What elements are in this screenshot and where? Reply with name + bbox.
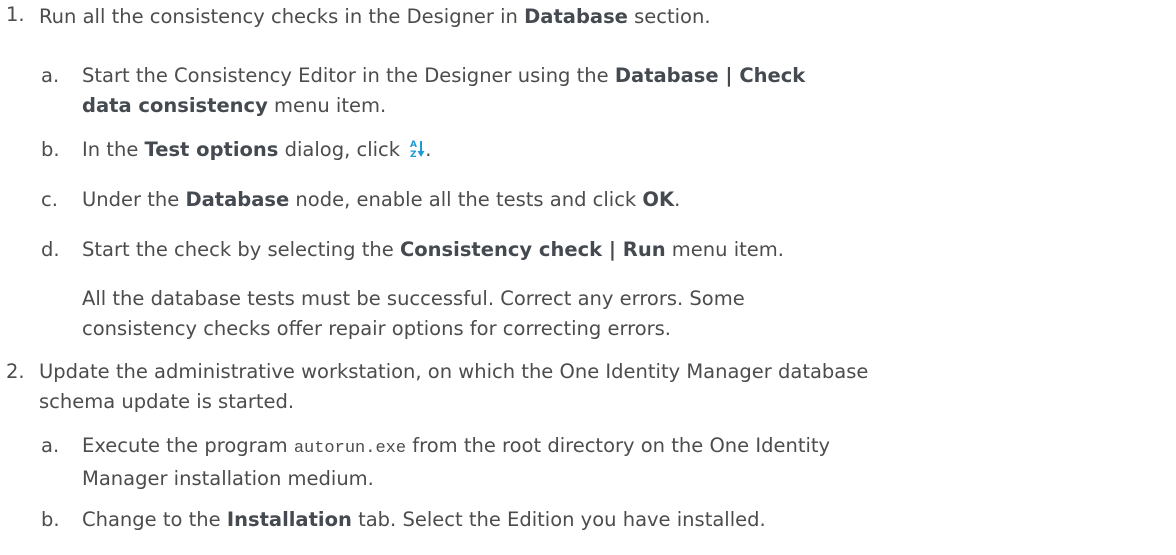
step-text: Run all the consistency checks in the De… (39, 5, 711, 28)
substep-text: Execute the program autorun.exe from the… (82, 434, 831, 458)
note-line: All the database tests must be successfu… (82, 287, 745, 310)
substep-marker: c. (41, 188, 58, 211)
substep-2a: a. Execute the program autorun.exe from … (39, 431, 1176, 494)
svg-text:A: A (410, 140, 417, 150)
step-marker: 1. (6, 3, 25, 26)
substep-text-line2: Manager installation medium. (82, 467, 374, 490)
code-filename: autorun.exe (293, 439, 407, 458)
bold-term: Database (524, 5, 628, 28)
substep-text-line2: data consistency menu item. (82, 94, 387, 117)
bold-term: Database (185, 188, 290, 211)
sort-az-icon: A Z (409, 139, 425, 159)
step-text-line2: schema update is started. (39, 390, 295, 413)
substep-marker: b. (41, 508, 60, 531)
bold-term: Test options (144, 138, 279, 161)
substep-1b: b. In the Test options dialog, click A Z… (39, 135, 1176, 165)
substep-text: In the Test options dialog, click A Z . (82, 138, 432, 161)
substep-text: Start the check by selecting the Consist… (82, 238, 784, 261)
step-marker: 2. (6, 360, 25, 383)
bold-term: Installation (226, 508, 352, 531)
bold-term: data consistency (82, 94, 268, 117)
substep-marker: b. (41, 138, 60, 161)
step-2: 2. Update the administrative workstation… (0, 357, 1176, 417)
document-body: 1. Run all the consistency checks in the… (0, 0, 1176, 555)
step-text: Update the administrative workstation, o… (39, 360, 869, 383)
substep-2b: b. Change to the Installation tab. Selec… (39, 505, 1176, 535)
svg-text:Z: Z (410, 150, 417, 159)
bold-term: Consistency check | Run (399, 238, 666, 261)
substep-text: Under the Database node, enable all the … (82, 188, 681, 211)
substep-1c: c. Under the Database node, enable all t… (39, 185, 1176, 215)
substep-text: Change to the Installation tab. Select t… (82, 508, 766, 531)
bold-term: OK (642, 188, 675, 211)
substep-marker: d. (41, 238, 60, 261)
substep-1a: a. Start the Consistency Editor in the D… (39, 61, 1176, 121)
substep-1d-note: All the database tests must be successfu… (82, 284, 1172, 344)
substep-1d: d. Start the check by selecting the Cons… (39, 235, 1176, 265)
step-1: 1. Run all the consistency checks in the… (0, 0, 1176, 32)
bold-term: Database | Check (614, 64, 806, 87)
substep-marker: a. (41, 64, 60, 87)
substep-marker: a. (41, 434, 60, 457)
note-line: consistency checks offer repair options … (82, 317, 672, 340)
substep-text: Start the Consistency Editor in the Desi… (82, 64, 806, 87)
